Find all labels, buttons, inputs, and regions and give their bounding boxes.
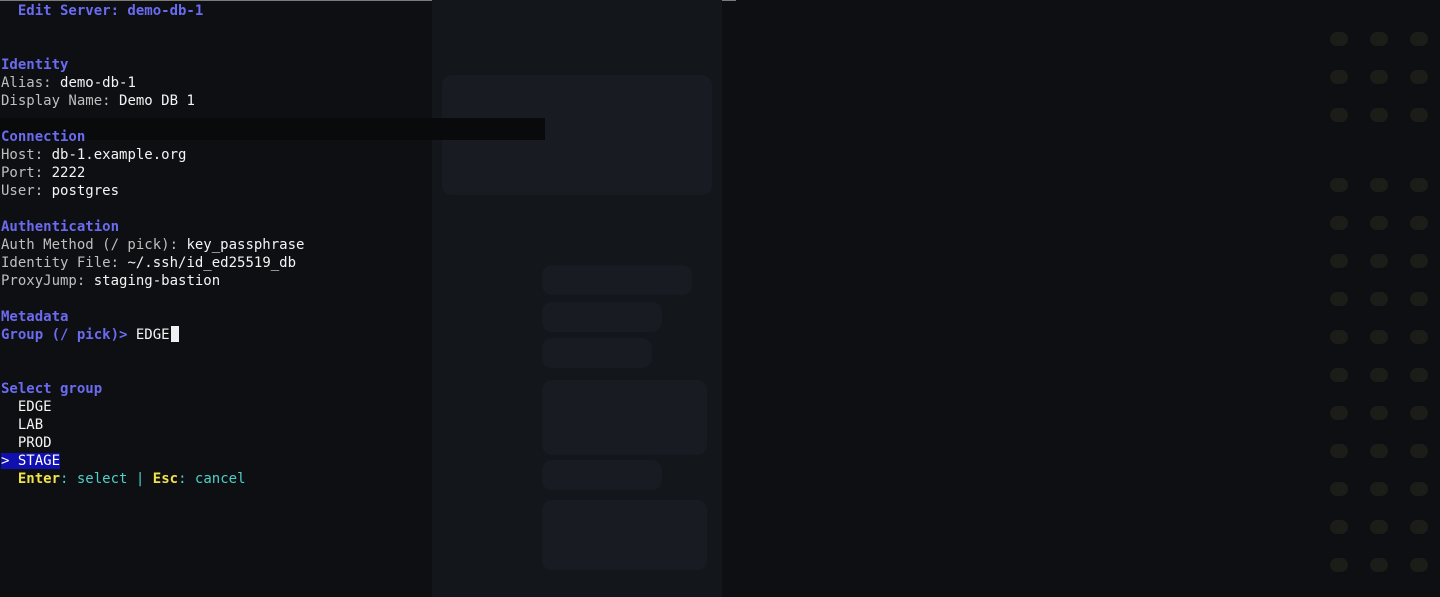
authentication-heading: Authentication xyxy=(1,219,120,235)
host-label: Host: xyxy=(1,147,44,163)
identity-file-label: Identity File: xyxy=(1,255,120,271)
alias-value: demo-db-1 xyxy=(60,75,136,91)
proxyjump-value: staging-bastion xyxy=(93,273,221,289)
display-name-value: Demo DB 1 xyxy=(119,93,195,109)
metadata-heading: Metadata xyxy=(1,309,69,325)
group-option-label: EDGE xyxy=(17,399,52,415)
port-label: Port: xyxy=(1,165,44,181)
auth-method-field[interactable]: Auth Method (/ pick): key_passphrase xyxy=(1,236,701,254)
key-hints: Enter: select | Esc: cancel xyxy=(17,471,246,487)
group-prompt: Group (/ pick)> xyxy=(1,327,128,343)
group-option[interactable]: EDGE xyxy=(1,398,701,416)
proxyjump-field[interactable]: ProxyJump: staging-bastion xyxy=(1,272,701,290)
user-label: User: xyxy=(1,183,44,199)
identity-file-value: ~/.ssh/id_ed25519_db xyxy=(127,255,297,271)
group-input-value: EDGE xyxy=(135,327,170,343)
user-field[interactable]: User: postgres xyxy=(1,182,701,200)
connection-heading: Connection xyxy=(1,129,86,145)
auth-method-value: key_passphrase xyxy=(186,237,305,253)
form-title: Edit Server: demo-db-1 xyxy=(17,3,204,19)
group-option-selected[interactable]: > STAGE xyxy=(1,452,701,470)
group-option-label: STAGE xyxy=(17,453,61,469)
enter-key-hint: Enter xyxy=(17,471,61,487)
terminal-content: Edit Server: demo-db-1 Identity Alias: d… xyxy=(1,2,701,488)
port-field[interactable]: Port: 2222 xyxy=(1,164,701,182)
enter-action-hint: select xyxy=(76,471,128,487)
port-value: 2222 xyxy=(51,165,86,181)
esc-key-hint: Esc xyxy=(152,471,179,487)
identity-file-field[interactable]: Identity File: ~/.ssh/id_ed25519_db xyxy=(1,254,701,272)
group-option[interactable]: PROD xyxy=(1,434,701,452)
auth-method-label: Auth Method (/ pick): xyxy=(1,237,179,253)
proxyjump-label: ProxyJump: xyxy=(1,273,86,289)
user-value: postgres xyxy=(51,183,120,199)
select-group-heading: Select group xyxy=(1,381,103,397)
host-value: db-1.example.org xyxy=(51,147,187,163)
identity-heading: Identity xyxy=(1,57,69,73)
group-input[interactable]: Group (/ pick)> EDGE xyxy=(1,326,701,344)
alias-label: Alias: xyxy=(1,75,52,91)
window-top-border xyxy=(0,0,736,1)
text-cursor xyxy=(170,326,179,342)
hint-separator: | xyxy=(135,471,145,487)
group-option[interactable]: LAB xyxy=(1,416,701,434)
esc-action-hint: cancel xyxy=(194,471,246,487)
background-icon-column-ghost xyxy=(1322,30,1440,590)
display-name-field[interactable]: Display Name: Demo DB 1 xyxy=(1,92,701,110)
selection-highlight: > STAGE xyxy=(1,453,61,469)
group-option-label: PROD xyxy=(17,435,52,451)
alias-field[interactable]: Alias: demo-db-1 xyxy=(1,74,701,92)
host-field[interactable]: Host: db-1.example.org xyxy=(1,146,701,164)
group-option-label: LAB xyxy=(17,417,44,433)
form-title-line: Edit Server: demo-db-1 xyxy=(1,2,701,20)
display-name-label: Display Name: xyxy=(1,93,111,109)
selection-marker: > xyxy=(1,453,10,469)
